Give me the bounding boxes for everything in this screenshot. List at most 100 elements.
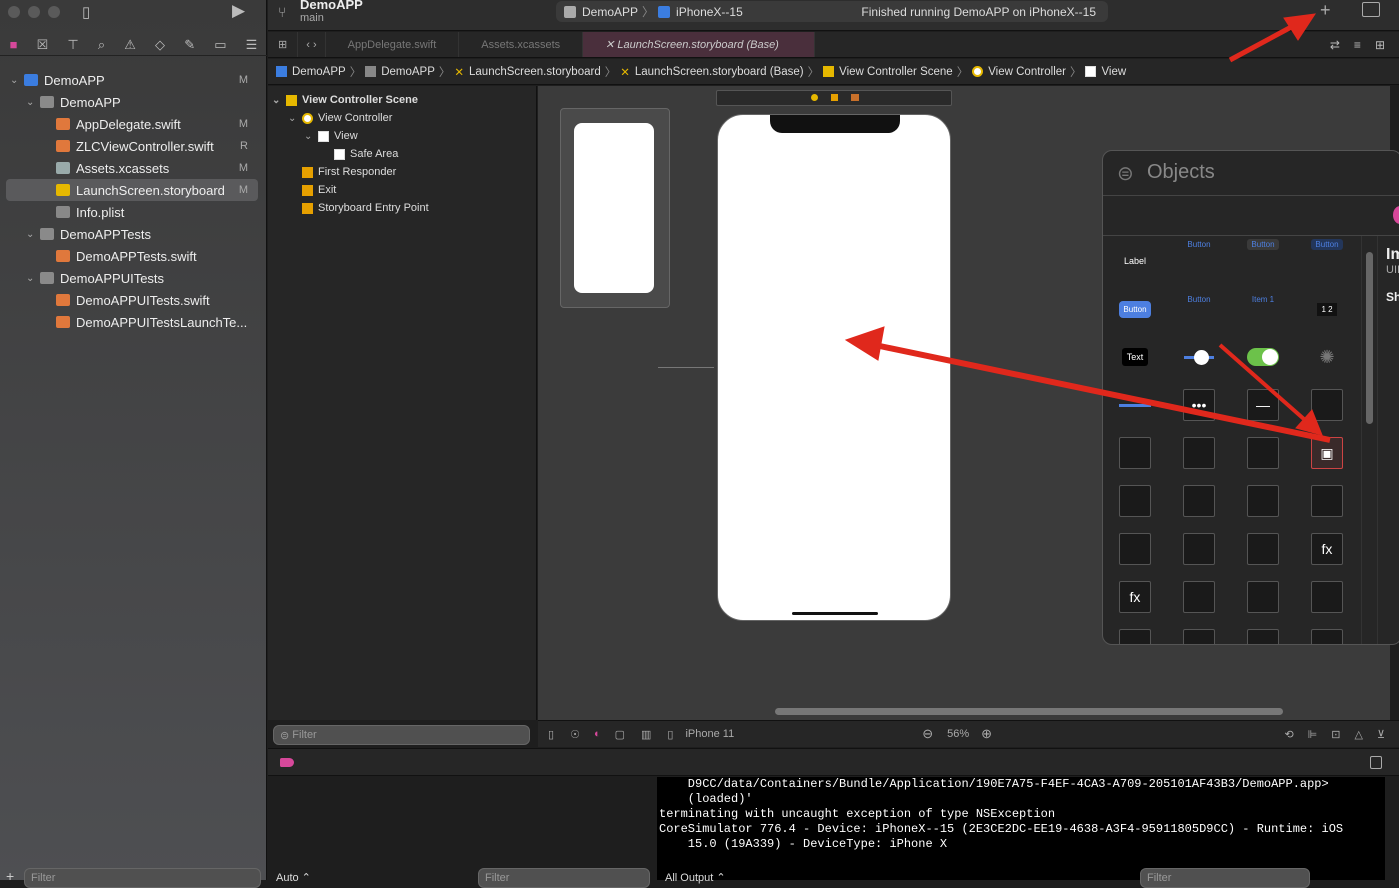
object-library-item[interactable]: Label [1103, 237, 1167, 285]
pin-icon[interactable]: ⊡ [1331, 728, 1340, 741]
split-icon[interactable]: ▥ [641, 728, 651, 741]
chevron-down-icon[interactable]: ⌄ [288, 113, 300, 124]
tab-launchscreen[interactable]: ✕ LaunchScreen.storyboard (Base) [583, 32, 816, 57]
back-forward-buttons[interactable]: ‹ › [298, 32, 326, 57]
zoom-in-icon[interactable]: ⊕ [981, 726, 992, 742]
object-library-item[interactable]: Button [1231, 237, 1295, 285]
breadcrumb-item[interactable]: DemoAPP [292, 66, 346, 78]
object-library-item[interactable] [1231, 333, 1295, 381]
outline-item[interactable]: Storyboard Entry Point [272, 199, 537, 217]
object-library-item[interactable]: fx [1295, 525, 1359, 573]
tab-appdelegate[interactable]: AppDelegate.swift [326, 32, 460, 57]
output-selector[interactable]: All Output ⌃ [665, 871, 726, 884]
object-library-item[interactable] [1295, 621, 1359, 644]
file-tree-item[interactable]: ⌄ DemoAPPUITests [6, 267, 258, 289]
object-library-item[interactable] [1295, 381, 1359, 429]
file-tree-item[interactable]: Info.plist [6, 201, 258, 223]
tab-assets[interactable]: Assets.xcassets [459, 32, 584, 57]
debug-icon[interactable]: ✎ [184, 37, 195, 53]
scene-thumbnail[interactable] [560, 108, 670, 308]
hide-debug-icon[interactable] [1370, 756, 1382, 769]
object-library-item[interactable] [1231, 429, 1295, 477]
object-library-item[interactable] [1167, 429, 1231, 477]
object-library-item[interactable]: Button [1167, 237, 1231, 285]
outline-item[interactable]: ⌄ View Controller [272, 109, 537, 127]
folder-icon[interactable]: ■ [10, 37, 18, 52]
object-library-item[interactable]: 1 2 [1295, 285, 1359, 333]
object-library-item[interactable]: Item 1 [1231, 285, 1295, 333]
zoom-out-icon[interactable]: ⊖ [922, 726, 933, 742]
search-icon[interactable]: ⌕ [98, 37, 105, 53]
object-library-item[interactable] [1295, 477, 1359, 525]
window-controls[interactable] [8, 6, 68, 21]
breadcrumb-item[interactable]: LaunchScreen.storyboard (Base) [635, 66, 804, 78]
library-add-button[interactable]: + [1320, 0, 1331, 21]
navigator-filter[interactable]: Filter [24, 868, 261, 888]
object-library-item[interactable] [1167, 525, 1231, 573]
breadcrumb-item[interactable]: View [1101, 66, 1126, 78]
object-library-item[interactable]: fx [1103, 573, 1167, 621]
object-library-item[interactable]: — [1231, 381, 1295, 429]
object-library-item[interactable] [1167, 573, 1231, 621]
source-control-icon[interactable]: ☒ [37, 37, 49, 53]
inspector-toggle-icon[interactable] [1362, 2, 1380, 17]
object-library-item[interactable] [1231, 621, 1295, 644]
file-tree-item[interactable]: AppDelegate.swift M [6, 113, 258, 135]
lines-icon[interactable]: ≡ [1354, 38, 1361, 52]
file-tree-item[interactable]: DemoAPPUITests.swift [6, 289, 258, 311]
orientation-icon[interactable]: ▢ [615, 728, 625, 741]
auto-selector[interactable]: Auto ⌃ [276, 871, 311, 884]
object-library-item[interactable]: ••• [1167, 381, 1231, 429]
update-frames-icon[interactable]: ⟲ [1284, 728, 1293, 741]
library-tab[interactable] [1393, 206, 1399, 224]
hierarchy-icon[interactable]: ⊤ [67, 37, 78, 53]
swap-icon[interactable]: ⇄ [1330, 38, 1340, 52]
report-icon[interactable]: ☰ [246, 37, 258, 53]
embed-icon[interactable]: ⊻ [1377, 728, 1385, 741]
chevron-down-icon[interactable]: ⌄ [304, 131, 316, 142]
object-library-item[interactable]: Button [1103, 285, 1167, 333]
run-button[interactable]: ▶ [232, 1, 245, 21]
object-library-item[interactable] [1103, 381, 1167, 429]
breadcrumb-item[interactable]: DemoAPP [381, 66, 435, 78]
object-library-item[interactable]: ✺ [1295, 333, 1359, 381]
file-tree-item[interactable]: ⌄ DemoAPP [6, 91, 258, 113]
outline-filter[interactable]: ⊜ Filter [273, 725, 530, 745]
file-tree-item[interactable]: DemoAPPUITestsLaunchTe... [6, 311, 258, 333]
outline-item[interactable]: ⌄ View Controller Scene [272, 91, 537, 109]
breakpoints-toggle[interactable] [280, 758, 294, 767]
chevron-down-icon[interactable]: ⌄ [26, 273, 38, 284]
breadcrumb-item[interactable]: View Controller [988, 66, 1066, 78]
scene-dock[interactable] [716, 90, 952, 106]
object-library-item[interactable] [1167, 477, 1231, 525]
console-filter[interactable]: Filter [1140, 868, 1310, 888]
console-output[interactable]: D9CC/data/Containers/Bundle/Application/… [657, 777, 1385, 880]
outline-item[interactable]: Exit [272, 181, 537, 199]
horizontal-scrollbar[interactable] [775, 708, 1283, 715]
device-selector[interactable]: iPhoneX--15 [676, 5, 743, 19]
file-tree-item[interactable]: DemoAPPTests.swift [6, 245, 258, 267]
outline-item[interactable]: ⌄ View [272, 127, 537, 145]
file-tree-item[interactable]: ⌄ DemoAPPTests [6, 223, 258, 245]
object-library-item[interactable] [1167, 621, 1231, 644]
objects-scrollbar[interactable] [1361, 236, 1377, 644]
chevron-down-icon[interactable]: ⌄ [26, 97, 38, 108]
align-icon[interactable]: ⊫ [1308, 728, 1318, 741]
object-library-item[interactable] [1103, 525, 1167, 573]
object-library-item[interactable] [1103, 429, 1167, 477]
file-tree-item[interactable]: ⌄ DemoAPP M [6, 69, 258, 91]
add-icon[interactable]: + [6, 868, 14, 884]
outline-item[interactable]: First Responder [272, 163, 537, 181]
grid-icon[interactable]: ⊞ [268, 32, 299, 57]
chevron-down-icon[interactable]: ⌄ [26, 229, 38, 240]
outline-toggle-icon[interactable]: ▯ [548, 728, 554, 741]
file-tree-item[interactable]: Assets.xcassets M [6, 157, 258, 179]
sidebar-toggle-icon[interactable]: ▯ [82, 3, 90, 21]
test-icon[interactable]: ◇ [155, 37, 165, 53]
object-library-item[interactable]: ▣ [1295, 429, 1359, 477]
breakpoint-icon[interactable]: ▭ [214, 37, 226, 53]
object-library-item[interactable] [1231, 573, 1295, 621]
add-editor-icon[interactable]: ⊞ [1375, 38, 1385, 52]
variables-filter[interactable]: Filter [478, 868, 650, 888]
breadcrumb-item[interactable]: LaunchScreen.storyboard [469, 66, 601, 78]
